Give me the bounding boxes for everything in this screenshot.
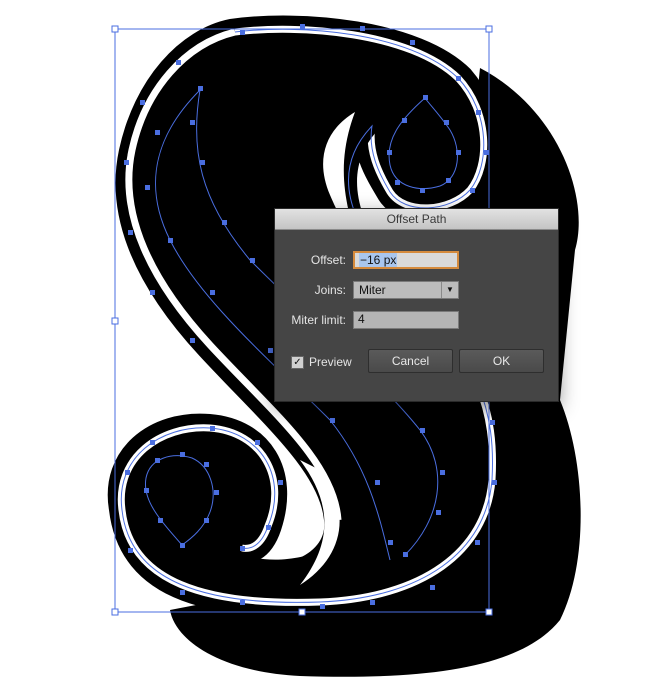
handle-top-right [485,25,493,33]
offset-input[interactable]: −16 px [353,251,459,269]
dialog-titlebar[interactable]: Offset Path [275,209,558,230]
preview-checkbox[interactable]: ✓ [291,355,304,369]
offset-label: Offset: [310,253,346,267]
offset-row: Offset: −16 px [275,251,558,271]
handle-top-left [111,25,119,33]
dialog-title: Offset Path [386,212,447,226]
joins-select[interactable]: Miter ▼ [353,281,459,299]
handle-mid-left [111,317,119,325]
handle-bottom-right [485,608,493,616]
preview-checkbox-group[interactable]: ✓ Preview [291,353,352,371]
chevron-down-icon: ▼ [441,282,458,298]
ok-button[interactable]: OK [459,349,544,373]
joins-value: Miter [359,283,386,297]
handle-bottom-mid [298,608,306,616]
miter-limit-input[interactable]: 4 [353,311,459,329]
joins-row: Joins: Miter ▼ [275,281,558,301]
miter-limit-row: Miter limit: 4 [275,311,558,331]
miter-limit-value: 4 [358,312,365,326]
offset-path-dialog: Offset Path Offset: −16 px Joins: Miter … [274,208,559,402]
miter-limit-label: Miter limit: [291,313,346,327]
joins-label: Joins: [314,283,346,297]
handle-bottom-left [111,608,119,616]
cancel-button[interactable]: Cancel [368,349,453,373]
preview-label: Preview [309,355,352,369]
offset-value: −16 px [359,253,398,267]
